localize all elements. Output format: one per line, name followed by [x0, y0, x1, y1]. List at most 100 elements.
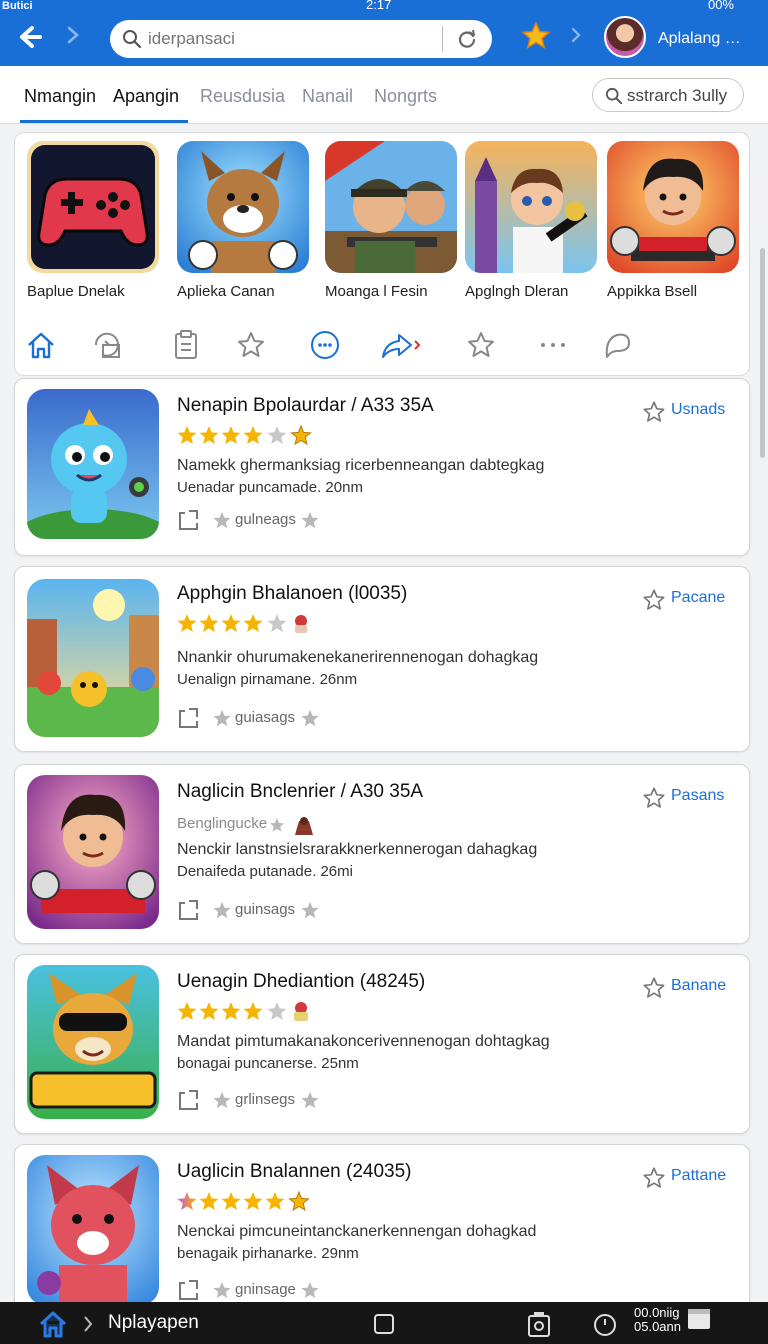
search-icon [123, 30, 142, 49]
share-box-icon[interactable] [177, 1279, 201, 1301]
app-list-item[interactable]: Naglicin Bnclenrier / A30 35A Benglinguc… [14, 764, 750, 944]
featured-app[interactable]: Apglngh Dleran [465, 141, 601, 300]
app-description: Mandat pimtumakanakoncerivennenogan doht… [177, 1033, 550, 1050]
tab-search-button[interactable]: sstrarch 3ully [592, 78, 744, 112]
boy-guitar-icon [465, 141, 597, 273]
search-icon [605, 87, 623, 105]
star-outline-icon [643, 787, 665, 808]
user-name[interactable]: Aplalang … [658, 30, 741, 48]
square-icon[interactable] [372, 1312, 396, 1336]
camera-icon[interactable] [526, 1310, 552, 1338]
app-title: Uenagin Dhediantion (48245) [177, 971, 426, 992]
share-icon[interactable] [379, 329, 423, 361]
scrollbar[interactable] [760, 248, 765, 458]
app-size-info: benagaik pirhanarke. 29nm [177, 1245, 359, 1262]
app-list-item[interactable]: Uaglicin Bnalannen (24035) Nenckai pimcu… [14, 1144, 750, 1314]
star-small-icon [301, 1281, 319, 1299]
active-tab-indicator [20, 120, 188, 123]
star-small-icon [213, 511, 231, 529]
app-action-button[interactable]: Usnads [641, 399, 731, 425]
tab-apangin[interactable]: Apangin [113, 86, 179, 107]
back-button[interactable] [14, 22, 46, 54]
share-box-icon[interactable] [177, 899, 201, 921]
star-icon[interactable] [235, 329, 267, 361]
forward-button[interactable] [66, 24, 80, 52]
app-meta-text: gulneags [235, 511, 296, 528]
alien-character-icon [27, 389, 159, 539]
home-icon[interactable] [25, 329, 57, 361]
home-icon[interactable] [38, 1310, 68, 1338]
app-size-info: bonagai puncanerse. 25nm [177, 1055, 359, 1072]
app-title: Nenapin Bpolaurdar / A33 35A [177, 395, 434, 416]
star-small-icon [301, 901, 319, 919]
app-list-item[interactable]: Uenagin Dhediantion (48245) Mandat pimtu… [14, 954, 750, 1134]
share-box-icon[interactable] [177, 707, 201, 729]
app-meta-text: grlinsegs [235, 1091, 296, 1108]
refresh-icon[interactable] [456, 28, 478, 50]
star-rating [177, 613, 317, 633]
star-rating [177, 424, 317, 446]
app-description: Nnankir ohurumakenekanerirennenogan doha… [177, 649, 539, 666]
update-icon[interactable] [91, 329, 123, 361]
power-icon[interactable] [592, 1312, 618, 1338]
app-action-label: Pattane [671, 1167, 727, 1184]
arrow-left-icon [20, 26, 42, 48]
featured-app-label: Baplue Dnelak [27, 283, 125, 300]
app-size-info: Uenadar puncamade. 20nm [177, 479, 363, 496]
star-small-icon [213, 901, 231, 919]
tab-nongrts[interactable]: Nongrts [374, 86, 437, 107]
star-outline-icon [643, 1167, 665, 1188]
star-small-icon [213, 709, 231, 727]
more-circle-icon[interactable] [309, 329, 341, 361]
tab-nmangin[interactable]: Nmangin [24, 86, 96, 107]
app-meta: gulneags [177, 509, 319, 531]
app-title: Apphgin Bhalanoen (l0035) [177, 583, 408, 604]
share-box-icon[interactable] [177, 509, 201, 531]
top-app-bar: Butici 2:17 00% Aplalang … [0, 0, 768, 66]
featured-app-label: Moanga l Fesin [325, 283, 428, 300]
app-meta: guiasags [177, 707, 319, 729]
app-action-label: Pasans [671, 787, 725, 804]
favorite-star-icon[interactable] [520, 20, 552, 52]
clipboard-icon[interactable] [171, 329, 201, 361]
app-action-button[interactable]: Pattane [641, 1165, 731, 1191]
app-list-item[interactable]: Apphgin Bhalanoen (l0035) Nnankir ohurum… [14, 566, 750, 752]
app-action-label: Usnads [671, 401, 726, 418]
app-list-item[interactable]: Nenapin Bpolaurdar / A33 35A Namekk gher… [14, 378, 750, 556]
star-outline-icon [643, 401, 665, 422]
bottom-clock-line2: 05.0ann [634, 1319, 681, 1334]
star-rating [177, 1001, 317, 1021]
search-input[interactable] [148, 26, 438, 52]
app-meta: guinsags [177, 899, 319, 921]
soldier-character-icon [325, 141, 457, 273]
featured-app[interactable]: Appikka Bsell [607, 141, 743, 300]
app-size-info: Denaifeda putanade. 26mi [177, 863, 353, 880]
rating-star-icon [270, 817, 313, 835]
user-avatar[interactable] [604, 16, 646, 58]
star-outline-icon[interactable] [465, 329, 497, 361]
featured-app[interactable]: Aplieka Canan [177, 141, 313, 300]
featured-app[interactable]: Moanga l Fesin [325, 141, 461, 300]
status-battery: 00% [707, 0, 734, 12]
app-meta: gninsage [177, 1279, 319, 1301]
search-divider [442, 26, 443, 52]
app-meta-text: gninsage [235, 1281, 296, 1298]
featured-apps-card: Baplue Dnelak Aplieka Canan Moanga l Fes… [14, 132, 750, 376]
tab-nanail[interactable]: Nanail [302, 86, 353, 107]
gamepad-app-icon [27, 141, 159, 273]
tab-reusdusia[interactable]: Reusdusia [200, 86, 285, 107]
ellipsis-icon[interactable] [537, 329, 569, 361]
featured-app[interactable]: Baplue Dnelak [27, 141, 163, 300]
search-bar[interactable] [110, 20, 492, 58]
share-box-icon[interactable] [177, 1089, 201, 1111]
category-tabs: Nmangin Apangin Reusdusia Nanail Nongrts… [0, 66, 768, 124]
app-action-label: Banane [671, 977, 727, 994]
app-action-button[interactable]: Pacane [641, 587, 731, 613]
app-action-button[interactable]: Pasans [641, 785, 731, 811]
hero-gamer-icon [27, 775, 159, 929]
bottom-bar-label[interactable]: Nplayapen [108, 1312, 199, 1334]
chat-bubble-icon[interactable] [601, 329, 633, 361]
window-icon[interactable] [686, 1306, 712, 1332]
app-action-button[interactable]: Banane [641, 975, 731, 1001]
star-small-icon [301, 709, 319, 727]
